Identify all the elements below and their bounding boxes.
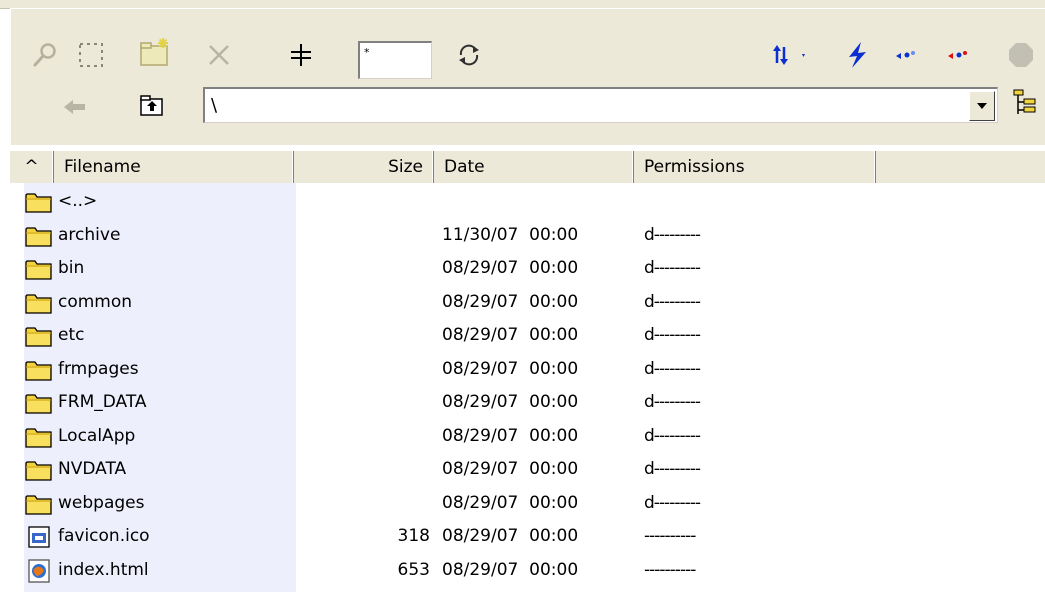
file-name: common <box>58 291 133 312</box>
file-name: frmpages <box>58 358 139 379</box>
file-row[interactable]: archive 11/30/07 00:00 d--------- <box>10 220 1045 253</box>
column-header-size-label: Size <box>388 157 423 177</box>
file-name: NVDATA <box>58 459 127 479</box>
column-header-permissions-label: Permissions <box>644 157 745 177</box>
file-size: 653 <box>397 559 430 580</box>
folder-icon <box>24 223 54 249</box>
file-date: 08/29/07 00:00 <box>442 559 579 580</box>
path-dropdown-button[interactable] <box>969 91 995 121</box>
sync-blue-icon[interactable] <box>885 35 925 75</box>
folder-icon <box>24 457 54 483</box>
parent-folder-icon[interactable] <box>131 85 171 125</box>
file-date: 08/29/07 00:00 <box>442 492 579 513</box>
file-name: bin <box>58 258 85 278</box>
column-header-size[interactable]: Size <box>294 151 434 183</box>
file-permissions: ---------- <box>644 526 696 546</box>
file-permissions: d--------- <box>644 358 701 379</box>
file-row[interactable]: index.html 653 08/29/07 00:00 ---------- <box>10 555 1045 588</box>
file-row[interactable]: NVDATA 08/29/07 00:00 d--------- <box>10 454 1045 487</box>
select-all-icon[interactable] <box>71 35 111 75</box>
file-list-header: ^ Filename Size Date Permissions <box>10 150 1045 184</box>
file-name: etc <box>58 325 85 345</box>
connect-lightning-icon[interactable] <box>837 35 877 75</box>
file-row[interactable]: <..> <box>10 186 1045 219</box>
chevron-down-icon <box>977 103 987 109</box>
file-permissions: d--------- <box>644 425 701 446</box>
delete-icon[interactable] <box>199 35 239 75</box>
file-permissions: d--------- <box>644 325 701 345</box>
file-row[interactable]: common 08/29/07 00:00 d--------- <box>10 287 1045 320</box>
path-combobox[interactable]: \ <box>203 87 998 123</box>
transfer-mode-icon[interactable] <box>769 35 817 75</box>
file-date: 08/29/07 00:00 <box>442 526 579 546</box>
file-date: 08/29/07 00:00 <box>442 392 579 412</box>
search-icon[interactable] <box>25 35 65 75</box>
folder-icon <box>24 491 54 517</box>
column-header-permissions[interactable]: Permissions <box>634 151 876 183</box>
file-name: index.html <box>58 559 149 580</box>
html-file-icon <box>24 558 54 584</box>
file-list: <..> archive 11/30/07 00:00 d--------- bin 08… <box>10 183 1045 605</box>
file-permissions: d--------- <box>644 492 701 513</box>
column-header-filename[interactable]: Filename <box>54 151 294 183</box>
file-row[interactable]: webpages 08/29/07 00:00 d--------- <box>10 488 1045 521</box>
refresh-icon[interactable] <box>449 35 489 75</box>
file-date: 11/30/07 00:00 <box>442 224 579 245</box>
file-name: favicon.ico <box>58 526 150 546</box>
ftp-client-window: * \ ^ Filename Size Date Permissions <..… <box>0 0 1045 605</box>
sort-ascending-icon: ^ <box>24 157 39 177</box>
directory-tree-icon[interactable] <box>1005 83 1045 123</box>
add-icon[interactable] <box>281 35 321 75</box>
stop-icon[interactable] <box>1001 35 1041 75</box>
folder-icon <box>24 290 54 316</box>
file-row[interactable]: etc 08/29/07 00:00 d--------- <box>10 320 1045 353</box>
new-folder-icon[interactable] <box>135 33 175 73</box>
column-header-date-label: Date <box>444 157 485 177</box>
column-header-date[interactable]: Date <box>434 151 634 183</box>
filter-input-value: * <box>364 46 370 59</box>
folder-icon <box>24 256 54 282</box>
file-name: archive <box>58 224 121 245</box>
file-date: 08/29/07 00:00 <box>442 459 579 479</box>
sync-red-icon[interactable] <box>937 35 977 75</box>
file-size: 318 <box>397 526 430 546</box>
folder-icon <box>24 424 54 450</box>
folder-icon <box>24 323 54 349</box>
file-date: 08/29/07 00:00 <box>442 425 579 446</box>
file-row[interactable]: bin 08/29/07 00:00 d--------- <box>10 253 1045 286</box>
column-header-filename-label: Filename <box>64 157 141 177</box>
file-date: 08/29/07 00:00 <box>442 358 579 379</box>
file-row[interactable]: favicon.ico 318 08/29/07 00:00 ---------- <box>10 521 1045 554</box>
folder-icon <box>24 390 54 416</box>
path-input-value: \ <box>211 95 218 116</box>
sort-indicator-column[interactable]: ^ <box>10 151 54 183</box>
file-date: 08/29/07 00:00 <box>442 291 579 312</box>
file-name: webpages <box>58 492 145 513</box>
file-permissions: d--------- <box>644 459 701 479</box>
file-row[interactable]: LocalApp 08/29/07 00:00 d--------- <box>10 421 1045 454</box>
file-permissions: d--------- <box>644 392 701 412</box>
back-arrow-icon[interactable] <box>55 87 95 127</box>
file-permissions: d--------- <box>644 291 701 312</box>
file-permissions: d--------- <box>644 258 701 278</box>
toolbar-area: * \ <box>10 8 1045 145</box>
file-permissions: d--------- <box>644 224 701 245</box>
toolbar-row-2: \ <box>11 83 1045 139</box>
toolbar-row-1: * <box>11 23 1045 79</box>
file-name: FRM_DATA <box>58 392 147 412</box>
file-row[interactable]: FRM_DATA 08/29/07 00:00 d--------- <box>10 387 1045 420</box>
filter-input[interactable]: * <box>358 41 432 79</box>
file-date: 08/29/07 00:00 <box>442 325 579 345</box>
folder-icon <box>24 357 54 383</box>
file-permissions: ---------- <box>644 559 696 580</box>
ico-file-icon <box>24 524 54 550</box>
folder-icon <box>24 189 54 215</box>
file-date: 08/29/07 00:00 <box>442 258 579 278</box>
file-row[interactable]: frmpages 08/29/07 00:00 d--------- <box>10 354 1045 387</box>
file-name: <..> <box>58 191 98 211</box>
file-name: LocalApp <box>58 425 136 446</box>
